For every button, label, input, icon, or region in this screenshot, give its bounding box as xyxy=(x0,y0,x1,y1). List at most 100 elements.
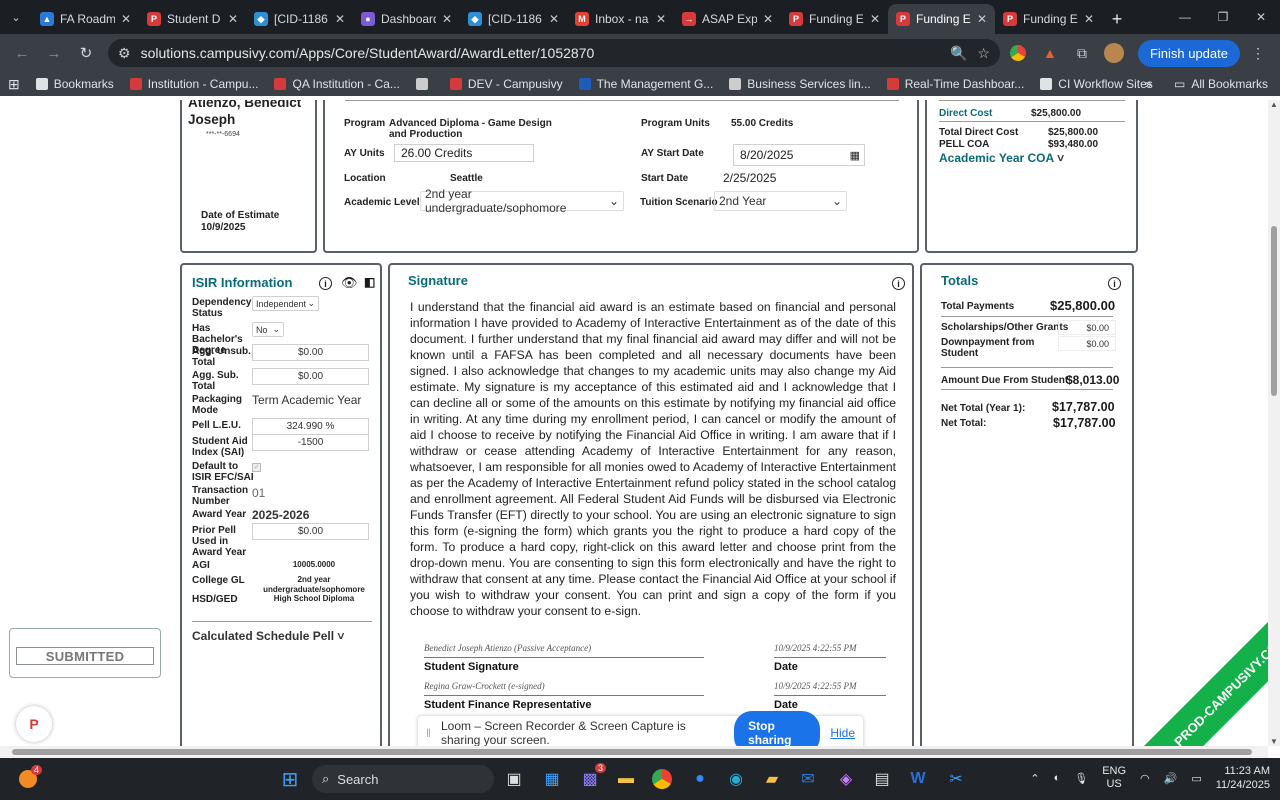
horizontal-scroll-thumb[interactable] xyxy=(12,749,1252,755)
tab-close-icon[interactable]: ✕ xyxy=(228,12,238,26)
task-view-icon[interactable]: ▣ xyxy=(496,761,532,797)
downpayment-field[interactable]: $0.00 xyxy=(1058,336,1116,351)
snipping-tool-icon[interactable]: ✂ xyxy=(938,761,974,797)
browser-tab[interactable]: P Funding E ✕ xyxy=(995,4,1102,34)
address-bar[interactable]: ⚙ solutions.campusivy.com/Apps/Core/Stud… xyxy=(108,39,1000,67)
drag-handle-icon[interactable]: ‖ xyxy=(426,726,431,740)
extensions-puzzle-icon[interactable]: ⧉ xyxy=(1068,39,1096,67)
isir-row-value[interactable]: Independent ⌄ xyxy=(252,296,319,311)
academic-level-select[interactable]: 2nd year undergraduate/sophomore ⌄ xyxy=(420,187,624,215)
browser-tab[interactable]: M Inbox - na ✕ xyxy=(567,4,674,34)
eye-icon[interactable]: 👁 xyxy=(341,275,358,291)
tab-close-icon[interactable]: ✕ xyxy=(977,12,987,26)
scroll-up-arrow-icon[interactable]: ▲ xyxy=(1270,100,1278,109)
widgets-icon[interactable]: 4 xyxy=(10,761,46,797)
finish-update-button[interactable]: Finish update xyxy=(1137,39,1240,67)
all-bookmarks[interactable]: » ▭ All Bookmarks xyxy=(1145,77,1268,91)
vertical-scrollbar[interactable]: ▲ ▼ xyxy=(1268,100,1280,746)
copilot-icon[interactable]: ◈ xyxy=(828,761,864,797)
compare-icon[interactable]: ◧ xyxy=(364,275,375,289)
sticky-notes-icon[interactable]: ▰ xyxy=(754,761,790,797)
bookmark-star-icon[interactable]: ☆ xyxy=(977,45,990,62)
tab-close-icon[interactable]: ✕ xyxy=(870,12,880,26)
battery-icon[interactable]: ▭ xyxy=(1191,772,1201,785)
browser-tab[interactable]: P Student D ✕ xyxy=(139,4,246,34)
show-hidden-icons-icon[interactable]: ⌃ xyxy=(1030,772,1039,785)
isir-row-value[interactable]: $0.00 xyxy=(252,368,369,385)
new-tab-button[interactable]: + xyxy=(1102,4,1132,34)
wifi-icon[interactable]: ◠ xyxy=(1140,772,1150,785)
scholarships-field[interactable]: $0.00 xyxy=(1058,320,1116,335)
more-bookmarks-icon[interactable]: » xyxy=(1145,77,1152,91)
bookmark-item[interactable]: Real-Time Dashboar... xyxy=(886,77,1024,91)
forward-button[interactable]: → xyxy=(40,39,68,67)
chrome-icon[interactable] xyxy=(644,761,680,797)
maximize-icon[interactable]: ❐ xyxy=(1204,0,1242,34)
info-icon[interactable]: i xyxy=(1108,277,1121,290)
isir-row-value[interactable]: No ⌄ xyxy=(252,322,284,337)
word-icon[interactable]: W xyxy=(900,761,936,797)
volume-icon[interactable]: 🔊 xyxy=(1164,772,1178,785)
calculated-schedule-toggle[interactable]: Calculated Schedule Pell ˅ xyxy=(192,629,344,643)
extension-chrome-icon[interactable] xyxy=(1004,39,1032,67)
vertical-scroll-thumb[interactable] xyxy=(1271,226,1277,396)
microphone-icon[interactable]: 🎙 xyxy=(1074,772,1088,785)
bookmark-item[interactable]: Institution - Campu... xyxy=(129,77,258,91)
close-window-icon[interactable]: ✕ xyxy=(1242,0,1280,34)
ay-start-date-field[interactable]: 8/20/2025 ▦ xyxy=(733,144,865,166)
language-indicator[interactable]: ENG US xyxy=(1102,765,1126,791)
isir-row-value[interactable]: 324.990 % xyxy=(252,418,369,435)
bookmark-item[interactable]: Bookmarks xyxy=(35,77,114,91)
clock[interactable]: 11:23 AM 11/24/2025 xyxy=(1216,764,1270,792)
ay-units-field[interactable]: 26.00 Credits xyxy=(394,144,534,162)
edge-icon[interactable]: ◉ xyxy=(718,761,754,797)
store-icon[interactable]: ▦ xyxy=(534,761,570,797)
back-button[interactable]: ← xyxy=(8,39,36,67)
tab-search-dropdown[interactable]: ⌄ xyxy=(0,0,32,34)
bookmark-item[interactable]: DEV - Campusivy xyxy=(449,77,563,91)
apps-grid-icon[interactable]: ⊞ xyxy=(8,76,20,93)
taskbar-search[interactable]: ⌕ Search xyxy=(312,765,494,793)
tab-close-icon[interactable]: ✕ xyxy=(549,12,559,26)
tab-close-icon[interactable]: ✕ xyxy=(442,12,452,26)
browser-tab[interactable]: ● Dashboard ✕ xyxy=(353,4,460,34)
calculator-icon[interactable]: ▤ xyxy=(864,761,900,797)
browser-tab[interactable]: ◆ [CID-1186 ✕ xyxy=(246,4,353,34)
browser-tab[interactable]: ◆ [CID-1186 ✕ xyxy=(460,4,567,34)
browser-tab[interactable]: ▲ FA Roadm ✕ xyxy=(32,4,139,34)
loom-record-bubble[interactable]: P xyxy=(16,706,52,742)
zoom-app-icon[interactable]: ● xyxy=(682,761,718,797)
browser-menu-icon[interactable]: ⋮ xyxy=(1244,39,1272,67)
bookmark-item[interactable]: QA Institution - Ca... xyxy=(274,77,400,91)
meet-icon[interactable]: ◐ xyxy=(1054,772,1061,784)
scroll-down-arrow-icon[interactable]: ▼ xyxy=(1270,737,1278,746)
info-icon[interactable]: i xyxy=(319,277,332,290)
start-button[interactable]: ⊞ xyxy=(272,761,308,797)
isir-row-value[interactable]: $0.00 xyxy=(252,344,369,361)
tab-close-icon[interactable]: ✕ xyxy=(121,12,131,26)
url-text[interactable]: solutions.campusivy.com/Apps/Core/Studen… xyxy=(141,45,940,61)
profile-avatar[interactable] xyxy=(1100,39,1128,67)
bookmark-item[interactable]: Business Services lin... xyxy=(729,77,871,91)
bookmark-item[interactable]: CI Workflow Sites xyxy=(1040,77,1153,91)
isir-row-value[interactable]: -1500 xyxy=(252,434,369,451)
outlook-icon[interactable]: ✉ xyxy=(790,761,826,797)
tab-close-icon[interactable]: ✕ xyxy=(763,12,773,26)
extension-ivy-icon[interactable]: ▲ xyxy=(1036,39,1064,67)
browser-tab[interactable]: → ASAP Expr ✕ xyxy=(674,4,781,34)
info-icon[interactable]: i xyxy=(892,277,905,290)
tab-close-icon[interactable]: ✕ xyxy=(335,12,345,26)
hide-banner-link[interactable]: Hide xyxy=(830,726,855,740)
tuition-scenario-select[interactable]: 2nd Year ⌄ xyxy=(714,191,847,211)
default-isir-checkbox[interactable]: ✓ xyxy=(252,463,261,472)
site-info-icon[interactable]: ⚙ xyxy=(118,45,131,62)
minimize-icon[interactable]: — xyxy=(1166,0,1204,34)
horizontal-scrollbar[interactable] xyxy=(0,746,1268,758)
file-explorer-icon[interactable]: ▬ xyxy=(608,761,644,797)
academic-year-coa-toggle[interactable]: Academic Year COA ˅ xyxy=(939,151,1064,165)
reload-button[interactable]: ↻ xyxy=(72,39,100,67)
teams-icon[interactable]: ▩ 3 xyxy=(572,761,608,797)
isir-row-value[interactable]: $0.00 xyxy=(252,523,369,540)
bookmark-item[interactable]: The Management G... xyxy=(578,77,713,91)
browser-tab[interactable]: P Funding E ✕ xyxy=(888,4,995,34)
